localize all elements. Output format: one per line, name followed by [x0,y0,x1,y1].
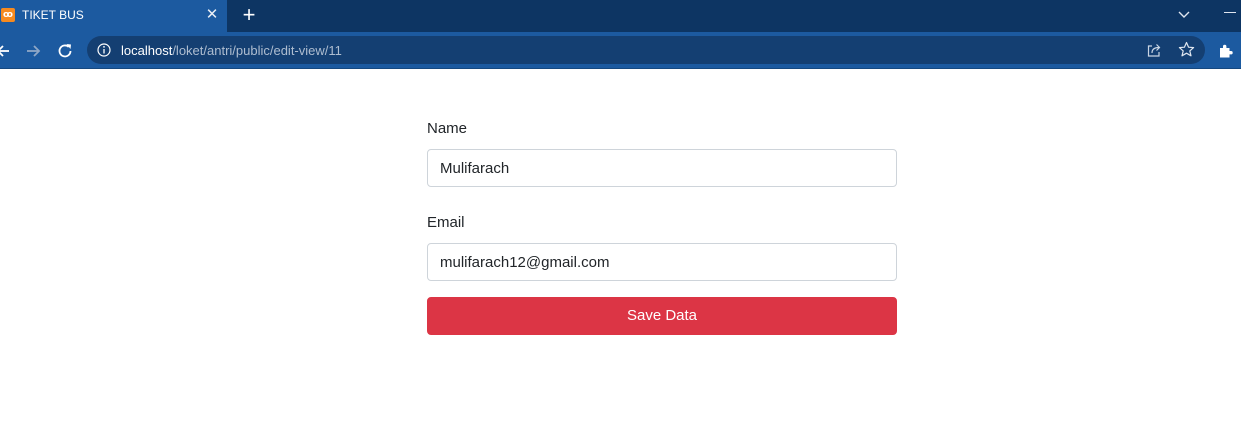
arrow-left-icon[interactable] [0,41,14,61]
info-icon[interactable] [97,43,111,57]
puzzle-icon[interactable] [1217,42,1235,60]
star-icon[interactable] [1178,41,1195,58]
tab-strip: ꝏ TIKET BUS ✕ + [0,0,1241,32]
url-host: localhost [121,43,173,58]
arrow-right-icon[interactable] [23,41,43,61]
address-bar[interactable]: localhost/loket/antri/public/edit-view/1… [87,36,1205,64]
save-data-button[interactable]: Save Data [427,297,897,335]
url-text[interactable]: localhost/loket/antri/public/edit-view/1… [121,43,342,58]
tab-title: TIKET BUS [22,8,84,22]
minimize-icon[interactable] [1224,12,1236,13]
share-icon[interactable] [1146,42,1162,58]
chevron-down-icon[interactable] [1175,5,1193,23]
name-label: Name [427,120,468,137]
browser-tab[interactable]: ꝏ TIKET BUS ✕ [0,0,227,32]
email-input[interactable] [427,243,897,281]
reload-icon[interactable] [55,41,75,61]
xampp-favicon-icon: ꝏ [1,8,15,22]
browser-toolbar: localhost/loket/antri/public/edit-view/1… [0,32,1241,69]
new-tab-button[interactable]: + [239,4,259,26]
name-input[interactable] [427,149,897,187]
edit-user-form: Name Email Save Data [427,118,897,335]
name-field-group: Name [427,118,897,187]
url-path: /loket/antri/public/edit-view/11 [172,43,342,58]
tab-close-icon[interactable]: ✕ [203,6,221,24]
email-label: Email [427,214,465,231]
email-field-group: Email [427,212,897,281]
